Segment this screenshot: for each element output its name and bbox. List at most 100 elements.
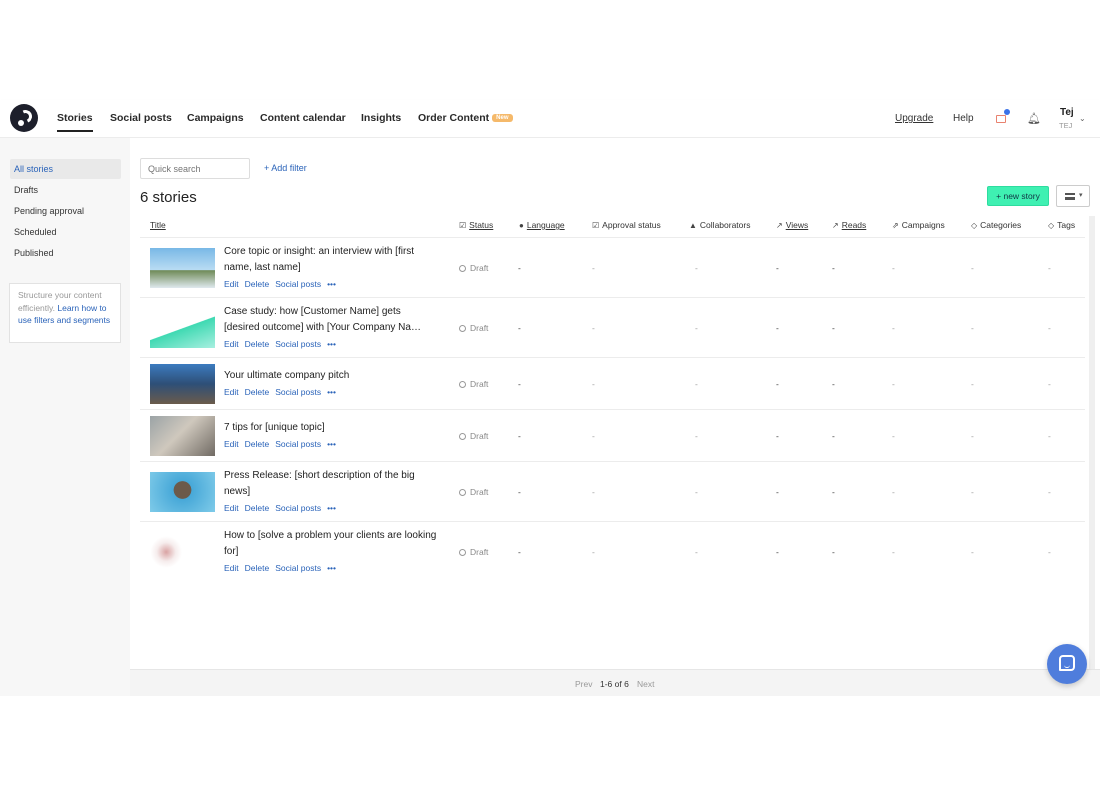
col-status-label: Status bbox=[469, 220, 494, 230]
edit-link[interactable]: Edit bbox=[224, 339, 239, 349]
delete-link[interactable]: Delete bbox=[245, 279, 270, 289]
draft-circle-icon bbox=[459, 325, 466, 332]
more-icon[interactable]: ••• bbox=[327, 563, 336, 573]
edit-link[interactable]: Edit bbox=[224, 387, 239, 397]
delete-link[interactable]: Delete bbox=[245, 439, 270, 449]
prev-page-button[interactable]: Prev bbox=[575, 679, 592, 689]
col-campaigns: ⇗ Campaigns bbox=[892, 220, 945, 230]
table-row[interactable]: Core topic or insight: an interview with… bbox=[140, 238, 1085, 298]
tags-cell: - bbox=[1048, 323, 1051, 333]
sidebar-item-published[interactable]: Published bbox=[10, 243, 121, 263]
view-toggle-button[interactable]: ▾ bbox=[1056, 185, 1090, 207]
delete-link[interactable]: Delete bbox=[245, 339, 270, 349]
edit-link[interactable]: Edit bbox=[224, 279, 239, 289]
edit-link[interactable]: Edit bbox=[224, 439, 239, 449]
delete-link[interactable]: Delete bbox=[245, 387, 270, 397]
sidebar-item-pending-approval[interactable]: Pending approval bbox=[10, 201, 121, 221]
col-views-label: Views bbox=[785, 220, 809, 230]
table-row[interactable]: How to [solve a problem your clients are… bbox=[140, 522, 1085, 582]
reads-cell: - bbox=[832, 431, 835, 441]
tags-cell: - bbox=[1048, 487, 1051, 497]
nav-insights[interactable]: Insights bbox=[361, 112, 401, 124]
story-thumbnail[interactable] bbox=[150, 532, 215, 572]
table-row[interactable]: 7 tips for [unique topic] Edit Delete Soci… bbox=[140, 410, 1085, 462]
draft-circle-icon bbox=[459, 489, 466, 496]
nav-order-content[interactable]: Order Content New bbox=[418, 112, 513, 124]
trend-icon: ↗ bbox=[832, 221, 839, 230]
caret-down-icon: ▾ bbox=[1079, 192, 1083, 199]
col-title[interactable]: Title bbox=[150, 220, 166, 230]
nav-social-posts[interactable]: Social posts bbox=[110, 112, 172, 124]
next-page-button[interactable]: Next bbox=[637, 679, 654, 689]
table-row[interactable]: Your ultimate company pitch Edit Delete So… bbox=[140, 358, 1085, 410]
new-story-button[interactable]: + new story bbox=[987, 186, 1049, 206]
edit-link[interactable]: Edit bbox=[224, 563, 239, 573]
social-posts-link[interactable]: Social posts bbox=[275, 439, 321, 449]
nav-stories[interactable]: Stories bbox=[57, 112, 93, 132]
story-title[interactable]: Case study: how [Customer Name] gets [de… bbox=[224, 304, 439, 336]
story-title[interactable]: 7 tips for [unique topic] bbox=[224, 420, 439, 436]
more-icon[interactable]: ••• bbox=[327, 279, 336, 289]
approval-cell: - bbox=[592, 547, 595, 557]
views-cell: - bbox=[776, 547, 779, 557]
story-thumbnail[interactable] bbox=[150, 308, 215, 348]
categories-cell: - bbox=[971, 263, 974, 273]
user-name[interactable]: Tej bbox=[1060, 107, 1074, 118]
status-cell: Draft bbox=[459, 431, 488, 441]
story-thumbnail[interactable] bbox=[150, 416, 215, 456]
nav-content-calendar[interactable]: Content calendar bbox=[260, 112, 346, 124]
social-posts-link[interactable]: Social posts bbox=[275, 503, 321, 513]
social-posts-link[interactable]: Social posts bbox=[275, 563, 321, 573]
col-views[interactable]: ↗ Views bbox=[776, 220, 808, 230]
upgrade-link[interactable]: Upgrade bbox=[895, 113, 933, 124]
more-icon[interactable]: ••• bbox=[327, 439, 336, 449]
main-content: + Add filter 6 stories + new story ▾ Tit… bbox=[130, 138, 1100, 696]
sidebar-item-drafts[interactable]: Drafts bbox=[10, 180, 121, 200]
story-thumbnail[interactable] bbox=[150, 364, 215, 404]
language-cell: - bbox=[518, 263, 521, 273]
story-title[interactable]: Your ultimate company pitch bbox=[224, 368, 439, 384]
social-posts-link[interactable]: Social posts bbox=[275, 387, 321, 397]
col-language[interactable]: ● Language bbox=[519, 220, 565, 230]
more-icon[interactable]: ••• bbox=[327, 503, 336, 513]
search-input[interactable] bbox=[140, 158, 250, 179]
draft-circle-icon bbox=[459, 433, 466, 440]
col-status[interactable]: ☑ Status bbox=[459, 220, 493, 230]
table-row[interactable]: Case study: how [Customer Name] gets [de… bbox=[140, 298, 1085, 358]
table-row[interactable]: Press Release: [short description of the… bbox=[140, 462, 1085, 522]
status-text: Draft bbox=[470, 323, 489, 333]
campaigns-cell: - bbox=[892, 431, 895, 441]
sidebar-item-all-stories[interactable]: All stories bbox=[10, 159, 121, 179]
nav-order-content-label[interactable]: Order Content bbox=[418, 112, 489, 124]
story-thumbnail[interactable] bbox=[150, 472, 215, 512]
logo-icon[interactable] bbox=[10, 104, 38, 132]
collaborators-cell: - bbox=[695, 487, 698, 497]
col-reads[interactable]: ↗ Reads bbox=[832, 220, 866, 230]
help-link[interactable]: Help bbox=[953, 113, 974, 124]
more-icon[interactable]: ••• bbox=[327, 339, 336, 349]
chat-launcher-button[interactable] bbox=[1047, 644, 1087, 684]
social-posts-link[interactable]: Social posts bbox=[275, 279, 321, 289]
delete-link[interactable]: Delete bbox=[245, 503, 270, 513]
story-title[interactable]: Press Release: [short description of the… bbox=[224, 468, 439, 500]
views-cell: - bbox=[776, 379, 779, 389]
sidebar: All stories Drafts Pending approval Sche… bbox=[0, 138, 130, 696]
chevron-down-icon[interactable]: ⌄ bbox=[1079, 114, 1086, 123]
sidebar-item-scheduled[interactable]: Scheduled bbox=[10, 222, 121, 242]
edit-link[interactable]: Edit bbox=[224, 503, 239, 513]
horizontal-scroll-edge[interactable] bbox=[1089, 216, 1095, 669]
nav-campaigns[interactable]: Campaigns bbox=[187, 112, 244, 124]
story-title[interactable]: Core topic or insight: an interview with… bbox=[224, 244, 439, 276]
col-reads-label: Reads bbox=[841, 220, 867, 230]
social-posts-link[interactable]: Social posts bbox=[275, 339, 321, 349]
add-filter-button[interactable]: + Add filter bbox=[264, 163, 307, 173]
bell-icon[interactable]: 🔔︎ bbox=[1027, 112, 1041, 125]
gift-icon[interactable] bbox=[995, 109, 1010, 123]
more-icon[interactable]: ••• bbox=[327, 387, 336, 397]
delete-link[interactable]: Delete bbox=[245, 563, 270, 573]
row-actions: Edit Delete Social posts ••• bbox=[224, 503, 342, 513]
story-thumbnail[interactable] bbox=[150, 248, 215, 288]
story-title[interactable]: How to [solve a problem your clients are… bbox=[224, 528, 439, 560]
language-cell: - bbox=[518, 431, 521, 441]
status-text: Draft bbox=[470, 379, 489, 389]
